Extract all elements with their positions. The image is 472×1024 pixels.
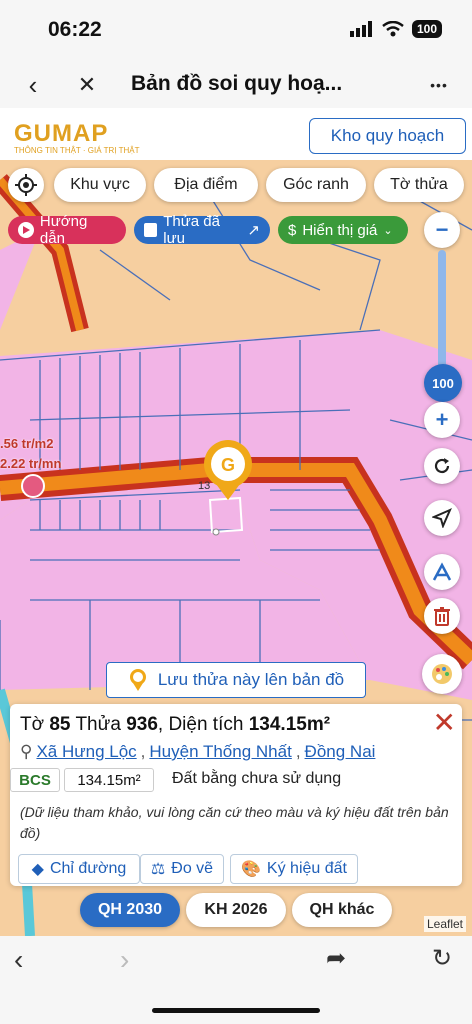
checkbox-icon: [144, 223, 158, 237]
browser-forward-icon[interactable]: ›: [120, 944, 129, 976]
status-bar: 06:22 100: [0, 0, 472, 62]
land-type-text: Đất bằng chưa sử dụng: [172, 770, 342, 787]
parcel-dot: [212, 528, 220, 536]
pin-icon: [129, 669, 146, 691]
close-icon[interactable]: ✕: [72, 70, 102, 100]
price-label-1: .56 tr/m2: [0, 436, 54, 451]
play-icon: [18, 222, 34, 238]
page-title: Bản đồ soi quy hoạ...: [131, 72, 343, 95]
directions-icon: ◆: [31, 861, 44, 878]
location-icon: ⚲: [20, 742, 33, 761]
price-label-2: 2.22 tr/mn: [0, 456, 62, 471]
filter-goc-ranh[interactable]: Góc ranh: [266, 168, 366, 202]
draw-measure-button[interactable]: ⚖ Đo vẽ: [140, 854, 224, 884]
refresh-button[interactable]: [424, 448, 460, 484]
land-code-badge: BCS: [10, 768, 60, 792]
saved-parcels-button[interactable]: Thửa đã lưu ↗: [134, 213, 270, 247]
close-card-icon[interactable]: ✕: [433, 706, 456, 739]
plan-2026-tab[interactable]: KH 2026: [186, 893, 286, 927]
palette-button[interactable]: [422, 654, 462, 694]
address-tinh-link[interactable]: Đồng Nai: [305, 742, 376, 762]
dollar-icon: $: [288, 221, 297, 239]
guide-button[interactable]: Hướng dẫn: [8, 213, 126, 247]
directions-button[interactable]: ◆ Chỉ đường: [18, 854, 140, 884]
refresh-icon: [434, 458, 450, 474]
zoom-slider-track[interactable]: [438, 250, 446, 370]
more-icon[interactable]: •••: [424, 70, 454, 100]
plan-2030-tab[interactable]: QH 2030: [80, 893, 180, 927]
filter-dia-diem[interactable]: Địa điểm: [154, 168, 258, 202]
wifi-icon: [382, 21, 404, 37]
legend-palette-icon: 🎨: [241, 861, 261, 878]
land-legend-button[interactable]: 🎨 Ký hiệu đất: [230, 854, 358, 884]
trash-icon: [434, 607, 450, 626]
address-huyen-link[interactable]: Huyện Thống Nhất: [149, 742, 291, 762]
parcel-number-label: 13: [198, 480, 211, 492]
draw-icon: ⚖: [150, 861, 166, 878]
locate-button[interactable]: [8, 168, 44, 202]
zoom-out-button[interactable]: −: [424, 212, 460, 248]
show-price-dropdown[interactable]: $ Hiển thị giá ⌄: [278, 216, 408, 244]
parcel-address: ⚲ Xã Hưng Lộc, Huyện Thống Nhất, Đồng Na…: [20, 742, 376, 762]
disclaimer-note: (Dữ liệu tham khảo, vui lòng căn cứ theo…: [20, 804, 449, 841]
measure-button[interactable]: [424, 554, 460, 590]
palette-icon: [432, 664, 452, 684]
crosshair-icon: [15, 174, 37, 196]
gumap-logo: GUMAP THÔNG TIN THẬT · GIÁ TRỊ THẬT: [14, 120, 140, 155]
measure-icon: [432, 562, 452, 581]
map-attribution[interactable]: Leaflet: [423, 916, 466, 932]
saved-parcels-label: Thửa đã lưu: [163, 213, 220, 247]
parcel-info-card: Tờ 85 Thửa 936, Diện tích 134.15m² ✕ ⚲ X…: [10, 704, 462, 886]
navigation-arrow-icon: [432, 508, 452, 528]
filter-khu-vuc[interactable]: Khu vực: [54, 168, 146, 202]
arrow-up-right-icon: ↗: [247, 222, 260, 239]
chevron-down-icon: ⌄: [383, 224, 393, 237]
browser-nav-bar: ‹ ✕ Bản đồ soi quy hoạ... •••: [0, 62, 472, 108]
zoom-level-handle[interactable]: 100: [424, 364, 462, 402]
filter-to-thua[interactable]: Tờ thửa: [374, 168, 464, 202]
clock: 06:22: [48, 18, 102, 41]
plan-other-tab[interactable]: QH khác: [292, 893, 392, 927]
land-area-badge: 134.15m²: [64, 768, 154, 792]
status-icons: 100: [349, 20, 442, 38]
save-parcel-button[interactable]: Lưu thửa này lên bản đồ: [106, 662, 366, 698]
svg-text:G: G: [221, 455, 235, 475]
signal-icon: [349, 21, 372, 37]
share-icon[interactable]: ➦: [326, 944, 346, 973]
price-marker: [21, 474, 45, 498]
planning-store-button[interactable]: Kho quy hoạch: [309, 118, 466, 154]
back-icon[interactable]: ‹: [18, 70, 48, 100]
parcel-title: Tờ 85 Thửa 936, Diện tích 134.15m²: [20, 714, 331, 735]
show-price-label: Hiển thị giá: [302, 221, 378, 239]
zoom-in-button[interactable]: +: [424, 402, 460, 438]
save-parcel-label: Lưu thửa này lên bản đồ: [157, 670, 345, 689]
address-xa-link[interactable]: Xã Hưng Lộc: [36, 742, 136, 762]
navigate-button[interactable]: [424, 500, 460, 536]
battery-icon: 100: [411, 20, 442, 38]
home-indicator: [152, 1008, 320, 1013]
delete-button[interactable]: [424, 598, 460, 634]
reload-icon[interactable]: ↻: [432, 944, 452, 973]
browser-back-icon[interactable]: ‹: [14, 944, 23, 976]
guide-label: Hướng dẫn: [39, 213, 88, 247]
